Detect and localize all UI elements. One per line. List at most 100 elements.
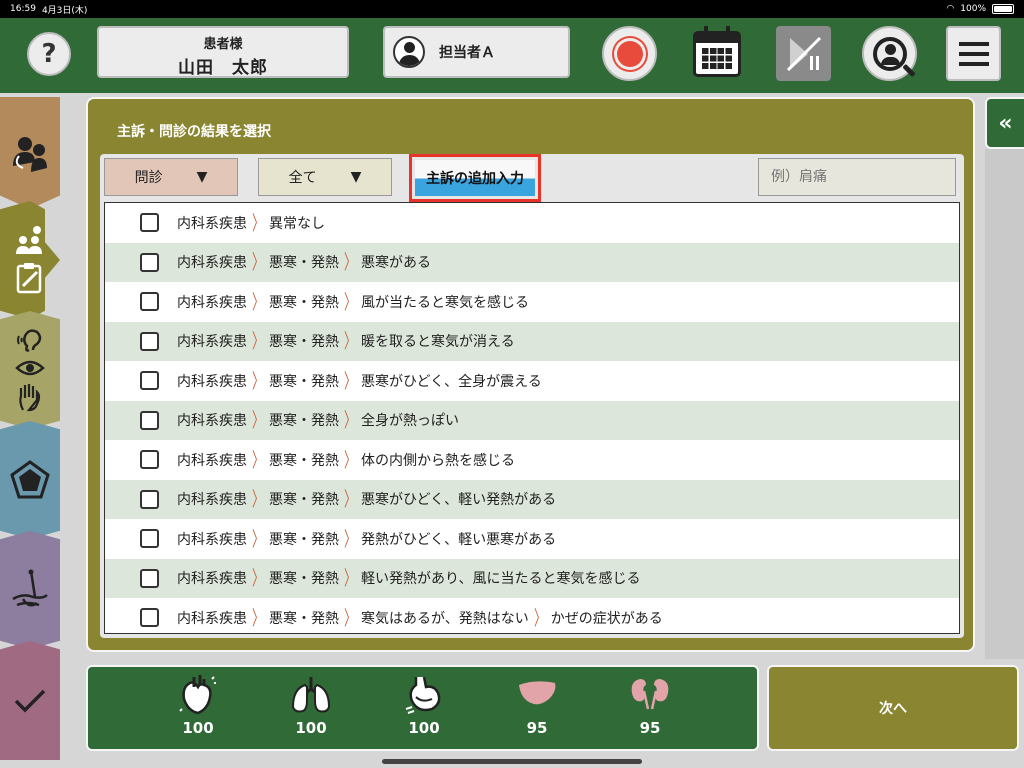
chevron-right-icon: 〉 <box>344 447 356 472</box>
sidebar-tab-interview[interactable] <box>0 201 60 319</box>
sidebar-tab-consultation[interactable] <box>0 97 60 209</box>
patient-search-button[interactable] <box>862 26 917 81</box>
calendar-icon <box>692 25 741 77</box>
organ-liver[interactable]: 95 <box>507 673 567 737</box>
sun-button[interactable] <box>602 26 657 81</box>
path-segment: 内科系疾患 <box>177 294 247 311</box>
list-item[interactable]: 内科系疾患〉悪寒・発熱〉悪寒がひどく、全身が震える <box>105 361 959 401</box>
checkbox[interactable] <box>140 450 159 470</box>
collapse-panel-button[interactable]: « <box>985 97 1024 149</box>
list-item[interactable]: 内科系疾患〉異常なし <box>105 203 959 243</box>
user-avatar-icon <box>393 36 425 68</box>
path-segment: 軽い発熱があり、風に当たると寒気を感じる <box>361 571 641 588</box>
search-input[interactable] <box>758 158 956 196</box>
organ-stomach[interactable]: 100 <box>394 673 454 737</box>
category-dropdown[interactable]: 問診 ▼ <box>104 158 238 196</box>
category-dropdown-value: 問診 <box>134 170 163 186</box>
next-button[interactable]: 次へ <box>767 665 1019 751</box>
chevron-right-icon: 〉 <box>252 487 264 512</box>
organ-status-bar: 100 100 100 95 95 <box>86 665 759 751</box>
scope-dropdown-value: 全て <box>288 170 317 186</box>
complaint-list[interactable]: 内科系疾患〉異常なし 内科系疾患〉悪寒・発熱〉悪寒がある 内科系疾患〉悪寒・発熱〉風… <box>104 202 960 634</box>
chevron-right-icon: 〉 <box>252 566 264 591</box>
chevron-right-icon: 〉 <box>252 447 264 472</box>
list-item[interactable]: 内科系疾患〉悪寒・発熱〉発熱がひどく、軽い悪寒がある <box>105 519 959 559</box>
add-complaint-button[interactable]: 主訴の追加入力 <box>415 160 535 196</box>
hand-icon <box>19 384 41 412</box>
path-segment: 全身が熱っぽい <box>361 413 459 430</box>
staff-name: 担当者Ａ <box>439 45 495 61</box>
home-indicator <box>382 759 642 764</box>
kidney-icon <box>631 679 669 710</box>
add-complaint-highlight: 主訴の追加入力 <box>409 154 541 202</box>
chevron-right-icon: 〉 <box>344 487 356 512</box>
status-date: 4月3日(木) <box>41 5 88 16</box>
path-segment: 暖を取ると寒気が消える <box>361 334 515 351</box>
checkbox[interactable] <box>140 529 159 549</box>
sun-icon <box>616 40 643 67</box>
list-item[interactable]: 内科系疾患〉悪寒・発熱〉寒気はあるが、発熱はない〉かぜの症状がある <box>105 598 959 633</box>
list-item[interactable]: 内科系疾患〉悪寒・発熱〉悪寒がある <box>105 242 959 282</box>
checkbox[interactable] <box>140 410 159 430</box>
checkbox[interactable] <box>140 213 159 233</box>
list-item[interactable]: 内科系疾患〉悪寒・発熱〉全身が熱っぽい <box>105 400 959 440</box>
path-segment: 内科系疾患 <box>177 334 247 351</box>
right-side-panel <box>985 149 1024 659</box>
help-button[interactable]: ? <box>27 32 71 76</box>
path-segment: 悪寒・発熱 <box>269 294 339 311</box>
path-segment: 悪寒・発熱 <box>269 334 339 351</box>
calendar-button[interactable] <box>689 25 744 81</box>
checkbox[interactable] <box>140 371 159 391</box>
path-segment: 発熱がひどく、軽い悪寒がある <box>361 531 557 548</box>
menu-button[interactable] <box>946 26 1001 81</box>
sidebar-tab-senses[interactable] <box>0 311 60 429</box>
list-item[interactable]: 内科系疾患〉悪寒・発熱〉悪寒がひどく、軽い発熱がある <box>105 479 959 519</box>
stomach-value: 100 <box>408 719 440 737</box>
path-segment: 悪寒・発熱 <box>269 531 339 548</box>
list-item[interactable]: 内科系疾患〉悪寒・発熱〉風が当たると寒気を感じる <box>105 282 959 322</box>
chevron-right-icon: 〉 <box>252 289 264 314</box>
scope-dropdown[interactable]: 全て ▼ <box>258 158 392 196</box>
organ-kidney[interactable]: 95 <box>620 673 680 737</box>
list-item[interactable]: 内科系疾患〉悪寒・発熱〉暖を取ると寒気が消える <box>105 321 959 361</box>
checkbox[interactable] <box>140 608 159 628</box>
checkbox[interactable] <box>140 292 159 312</box>
play-pause-icon <box>786 36 821 71</box>
path-segment: 内科系疾患 <box>177 531 247 548</box>
path-segment: 悪寒・発熱 <box>269 255 339 272</box>
path-segment: 異常なし <box>269 215 325 232</box>
sidebar-tab-acupuncture[interactable] <box>0 531 60 649</box>
patient-info-button[interactable]: 患者様 山田 太郎 <box>97 26 349 78</box>
sidebar-tab-complete[interactable] <box>0 641 60 760</box>
patient-label: 患者様 <box>203 37 243 52</box>
path-segment: 寒気はあるが、発熱はない <box>361 610 529 627</box>
list-item[interactable]: 内科系疾患〉悪寒・発熱〉体の内側から熱を感じる <box>105 440 959 480</box>
lungs-icon <box>291 677 331 713</box>
list-item[interactable]: 内科系疾患〉悪寒・発熱〉軽い発熱があり、風に当たると寒気を感じる <box>105 558 959 598</box>
path-segment: 内科系疾患 <box>177 373 247 390</box>
checkbox[interactable] <box>140 331 159 351</box>
path-segment: 内科系疾患 <box>177 571 247 588</box>
main-panel: 主訴・問診の結果を選択 問診 ▼ 全て ▼ 主訴の追加入力 内科系疾患〉異常なし… <box>86 97 975 652</box>
path-segment: 悪寒・発熱 <box>269 610 339 627</box>
battery-percent: 100% <box>960 4 986 14</box>
people-chat-icon <box>16 226 42 254</box>
status-bar: 16:59 4月3日(木) ◠ 100% <box>0 0 1024 18</box>
checkbox[interactable] <box>140 489 159 509</box>
checkbox[interactable] <box>140 568 159 588</box>
checkbox[interactable] <box>140 252 159 272</box>
heart-icon <box>179 675 216 715</box>
play-pause-button[interactable] <box>776 26 831 81</box>
organ-lungs[interactable]: 100 <box>281 673 341 737</box>
organ-heart[interactable]: 100 <box>168 673 228 737</box>
path-segment: 内科系疾患 <box>177 492 247 509</box>
staff-button[interactable]: 担当者Ａ <box>383 26 570 78</box>
sidebar-tab-pentagon[interactable] <box>0 421 60 539</box>
path-segment: 悪寒がひどく、軽い発熱がある <box>361 492 557 509</box>
chevron-right-icon: 〉 <box>252 605 264 630</box>
battery-icon <box>992 4 1014 14</box>
chevron-right-icon: 〉 <box>344 368 356 393</box>
chevron-right-icon: 〉 <box>344 289 356 314</box>
checkmark-icon <box>14 689 46 712</box>
panel-title: 主訴・問診の結果を選択 <box>117 124 271 140</box>
